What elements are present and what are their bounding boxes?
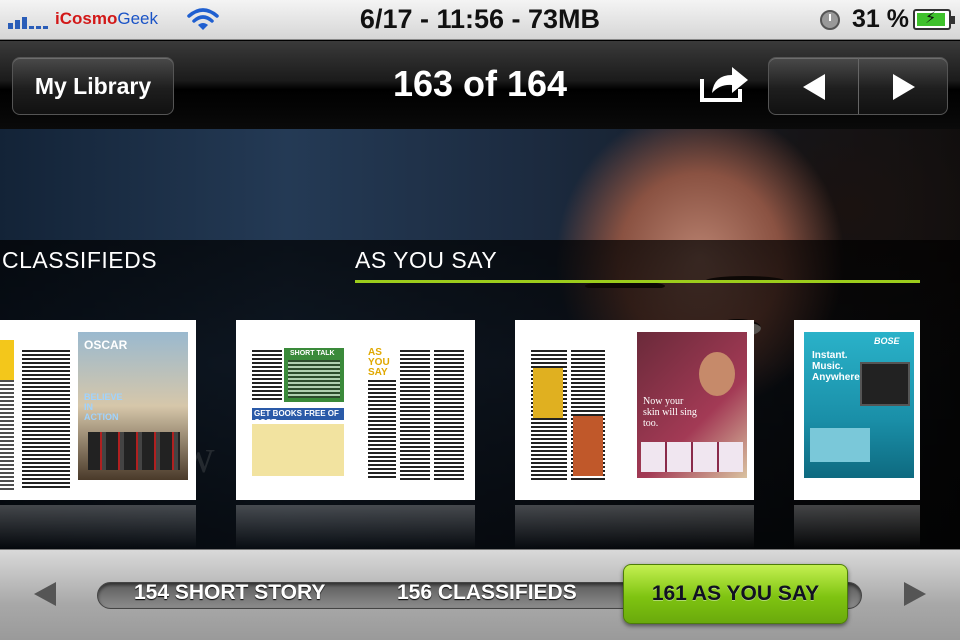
- page-thumbnail-classifieds[interactable]: OSCAR BELIEVE IN ACTION: [0, 320, 196, 500]
- next-page-button[interactable]: [859, 58, 947, 114]
- bose-brand: BOSE: [874, 336, 900, 346]
- battery-icon: ⚡: [913, 9, 955, 30]
- section-chip-as-you-say[interactable]: 161 AS YOU SAY: [623, 564, 848, 624]
- navigation-bar: My Library 163 of 164: [0, 41, 960, 129]
- clock-icon: [820, 10, 840, 30]
- oscar-ad-text: BELIEVE IN ACTION: [84, 392, 123, 422]
- page-thumbnail-as-you-say-1[interactable]: SHORT TALK GET BOOKS FREE OF COST AS YOU…: [236, 320, 475, 500]
- next-icon: [893, 74, 915, 100]
- active-section-underline: [355, 280, 920, 283]
- share-icon[interactable]: [698, 63, 750, 103]
- previous-page-button[interactable]: [769, 58, 859, 114]
- scroll-right-icon[interactable]: [904, 582, 926, 606]
- skincare-ad: Now your skin will sing too.: [637, 332, 747, 478]
- oscar-ad: OSCAR BELIEVE IN ACTION: [78, 332, 188, 480]
- previous-icon: [803, 74, 825, 100]
- page-pager: [768, 57, 948, 115]
- bose-ad-text: Instant. Music. Anywhere.: [812, 350, 863, 383]
- section-chip-short-story[interactable]: 154 SHORT STORY: [134, 581, 325, 605]
- status-clock-memory: 6/17 - 11:56 - 73MB: [359, 4, 601, 34]
- as-you-say-headline: AS YOU SAY: [368, 347, 390, 378]
- section-label-classifieds[interactable]: CLASSIFIEDS: [2, 247, 157, 274]
- bose-ad: BOSE Instant. Music. Anywhere.: [804, 332, 914, 478]
- page-thumbnail-as-you-say-2[interactable]: Now your skin will sing too.: [515, 320, 754, 500]
- skincare-ad-text: Now your skin will sing too.: [643, 396, 697, 429]
- magazine-content: w k i CLASSIFIEDS AS YOU SAY OSCAR BELIE…: [0, 129, 960, 549]
- status-bar: iCosmoGeek 6/17 - 11:56 - 73MB 31 % ⚡: [0, 0, 960, 40]
- section-navigator: 154 SHORT STORY 156 CLASSIFIEDS 161 AS Y…: [0, 549, 960, 640]
- free-books-banner: GET BOOKS FREE OF COST: [254, 409, 339, 420]
- charging-bolt-icon: ⚡: [925, 10, 937, 27]
- section-label-as-you-say[interactable]: AS YOU SAY: [355, 247, 497, 274]
- battery-percent: 31 %: [852, 5, 909, 33]
- section-chip-classifieds[interactable]: 156 CLASSIFIEDS: [397, 581, 577, 605]
- page-thumbnail-bose[interactable]: BOSE Instant. Music. Anywhere.: [794, 320, 920, 500]
- scroll-left-icon[interactable]: [34, 582, 56, 606]
- oscar-ad-brand: OSCAR: [84, 338, 128, 352]
- short-talk-title: SHORT TALK: [290, 350, 335, 357]
